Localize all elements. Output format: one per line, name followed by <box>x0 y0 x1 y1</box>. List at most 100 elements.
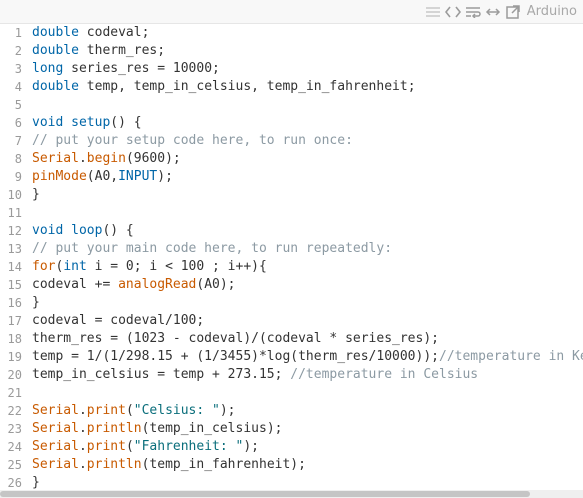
code-line: 17 codeval = codeval/100; <box>0 312 583 330</box>
code-line: 3 long series_res = 10000; <box>0 60 583 78</box>
code-editor[interactable]: 1 double codeval; 2 double therm_res; 3 long … <box>0 24 583 490</box>
code-text: // put your setup code here, to run once… <box>32 132 353 150</box>
code-text: Serial.begin(9600); <box>32 150 181 168</box>
code-text: therm_res = (1023 - codeval)/(codeval * … <box>32 330 439 348</box>
line-number: 2 <box>14 44 22 58</box>
code-token: Serial <box>32 439 79 454</box>
code-token: print <box>86 403 126 418</box>
code-text: pinMode(A0,INPUT); <box>32 168 173 186</box>
code-text: double codeval; <box>32 24 149 42</box>
code-token: begin <box>86 151 126 166</box>
line-number: 21 <box>7 386 22 400</box>
line-number: 8 <box>14 152 22 166</box>
code-token: therm_res = (1023 - codeval)/(codeval * … <box>32 331 439 346</box>
line-number: 13 <box>7 242 22 256</box>
code-text: void loop() { <box>32 222 134 240</box>
code-token: print <box>86 439 126 454</box>
code-token: codeval += <box>32 277 119 292</box>
code-token: double <box>32 79 79 94</box>
line-number: 16 <box>7 296 22 310</box>
code-token: } <box>32 475 40 490</box>
code-toolbar: Arduino <box>0 0 583 24</box>
code-token: //temperature in Kelvin <box>439 349 583 364</box>
code-token: println <box>86 457 142 472</box>
code-token: // put your main code here, to run repea… <box>32 241 393 256</box>
code-token: (A0); <box>196 277 236 292</box>
code-text: Serial.println(temp_in_fahrenheit); <box>32 456 306 474</box>
lines-icon[interactable] <box>423 2 443 22</box>
code-token: (A0, <box>86 169 119 184</box>
code-token: codeval; <box>78 25 150 40</box>
code-token: ); <box>219 403 236 418</box>
code-text: void setup() { <box>32 114 142 132</box>
line-number: 19 <box>7 350 22 364</box>
code-text: // put your main code here, to run repea… <box>32 240 392 258</box>
code-line: 24 Serial.print("Fahrenheit: "); <box>0 438 583 456</box>
code-token: codeval = codeval/100; <box>32 313 205 328</box>
line-number: 20 <box>7 368 22 382</box>
code-token: long <box>32 61 64 76</box>
code-text: Serial.print("Fahrenheit: "); <box>32 438 259 456</box>
code-token: Serial <box>32 421 79 436</box>
code-line: 10} <box>0 186 583 204</box>
code-token: . <box>78 403 87 418</box>
code-line: 12 void loop() { <box>0 222 583 240</box>
code-line: 8 Serial.begin(9600); <box>0 150 583 168</box>
code-token: temp_in_celsius = temp + 273.15; <box>32 367 291 382</box>
line-number: 11 <box>7 206 22 220</box>
code-line: 19 temp = 1/(1/298.15 + (1/3455)*log(ther… <box>0 348 583 366</box>
code-token: . <box>78 151 87 166</box>
code-text: Serial.println(temp_in_celsius); <box>32 420 282 438</box>
code-token: ); <box>243 439 259 454</box>
line-number: 25 <box>7 458 22 472</box>
code-token: } <box>32 295 40 310</box>
popout-icon[interactable] <box>503 2 523 22</box>
code-line: 11 <box>0 204 583 222</box>
expand-icon[interactable] <box>483 2 503 22</box>
code-text: double therm_res; <box>32 42 165 60</box>
code-text: Serial.print("Celsius: "); <box>32 402 236 420</box>
scrollbar-thumb[interactable] <box>0 491 530 497</box>
code-token: temp, temp_in_celsius, temp_in_fahrenhei… <box>78 79 416 94</box>
code-line: 1 double codeval; <box>0 24 583 42</box>
code-token: "Celsius: " <box>133 403 220 418</box>
code-token: void <box>32 115 64 130</box>
code-text: codeval = codeval/100; <box>32 312 204 330</box>
code-token: setup <box>71 115 111 130</box>
code-text: temp = 1/(1/298.15 + (1/3455)*log(therm_… <box>32 348 583 366</box>
code-text: } <box>32 474 40 490</box>
code-line: 15 codeval += analogRead(A0); <box>0 276 583 294</box>
code-token: Serial <box>32 151 79 166</box>
code-text: } <box>32 294 40 312</box>
code-line: 22 Serial.print("Celsius: "); <box>0 402 583 420</box>
code-token: pinMode <box>32 169 87 184</box>
code-token: . <box>78 457 87 472</box>
code-icon[interactable] <box>443 2 463 22</box>
code-token: Serial <box>32 403 79 418</box>
code-token: void <box>32 223 64 238</box>
line-number: 10 <box>7 188 22 202</box>
line-number: 22 <box>7 404 22 418</box>
code-line: 14 for(int i = 0; i < 100 ; i++){ <box>0 258 583 276</box>
code-line: 4 double temp, temp_in_celsius, temp_in_f… <box>0 78 583 96</box>
code-token: therm_res; <box>78 43 166 58</box>
wrap-icon[interactable] <box>463 2 483 22</box>
code-token: (temp_in_fahrenheit); <box>141 457 306 472</box>
line-number: 14 <box>7 260 22 274</box>
code-line: 20 temp_in_celsius = temp + 273.15; //tem… <box>0 366 583 384</box>
code-token: double <box>32 43 79 58</box>
horizontal-scrollbar[interactable] <box>0 490 583 498</box>
code-line: 2 double therm_res; <box>0 42 583 60</box>
code-line: 25 Serial.println(temp_in_fahrenheit); <box>0 456 583 474</box>
line-number: 5 <box>14 98 22 112</box>
code-line: 18 therm_res = (1023 - codeval)/(codeval … <box>0 330 583 348</box>
code-token: . <box>78 439 87 454</box>
code-token: . <box>78 421 87 436</box>
code-token: i = 0; i < 100 ; i++){ <box>86 259 267 274</box>
code-token: //temperature in Celsius <box>290 367 479 382</box>
code-line: 5 <box>0 96 583 114</box>
line-number: 24 <box>7 440 22 454</box>
code-text: temp_in_celsius = temp + 273.15; //tempe… <box>32 366 478 384</box>
code-text: for(int i = 0; i < 100 ; i++){ <box>32 258 267 276</box>
